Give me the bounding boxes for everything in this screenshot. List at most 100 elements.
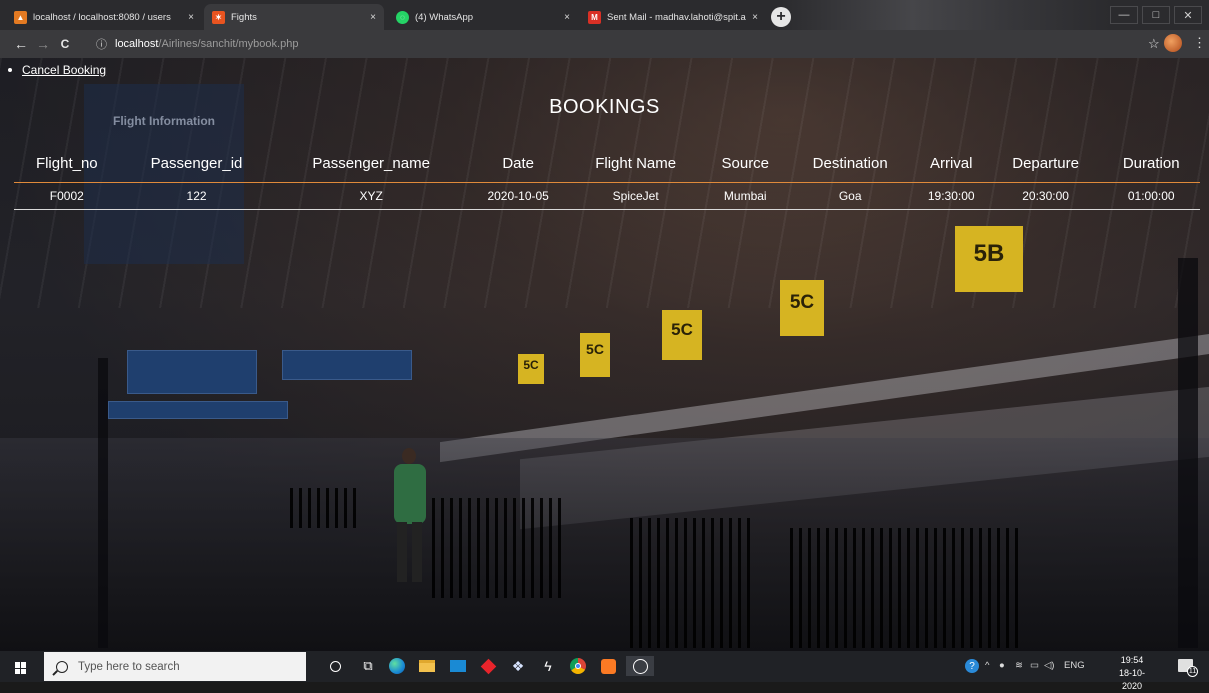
table-cell: 2020-10-05 (468, 182, 568, 210)
battery-icon[interactable]: ▭ (1030, 660, 1039, 671)
task-view-icon[interactable]: ⧉ (358, 656, 378, 676)
column-header: Duration (1102, 146, 1200, 183)
browser-menu-icon[interactable]: ⋮ (1193, 35, 1206, 51)
column-header: Passenger_id (119, 146, 274, 183)
column-header: Source (703, 146, 787, 183)
table-cell: XYZ (273, 182, 469, 210)
column-header: Departure (988, 146, 1103, 183)
table-cell: 122 (119, 182, 274, 210)
help-icon[interactable]: ? (962, 656, 982, 676)
tab-close-icon[interactable]: × (564, 12, 570, 23)
clock-time: 19:54 (1120, 655, 1144, 665)
table-row: F0002 122 XYZ 2020-10-05 SpiceJet Mumbai… (14, 182, 1200, 210)
tab-close-icon[interactable]: × (370, 12, 376, 23)
column-header: Flight_no (14, 146, 120, 183)
table-cell: Mumbai (703, 182, 787, 210)
queue-barrier (432, 498, 562, 598)
taskbar-clock[interactable]: 19:54 18-10-2020 (1113, 654, 1151, 693)
notification-center-icon[interactable]: 11 (1178, 659, 1198, 677)
search-placeholder: Type here to search (78, 660, 180, 673)
tab-close-icon[interactable]: × (188, 12, 194, 23)
gate-sign-5c: 5C (580, 333, 610, 377)
tab-fights[interactable]: ✶ Fights × (204, 4, 384, 30)
tabstrip-theme-art (780, 0, 1110, 30)
table-cell: 19:30:00 (913, 182, 989, 210)
table-cell: F0002 (14, 182, 120, 210)
gate-sign-5c: 5C (518, 354, 544, 384)
queue-barrier (290, 488, 360, 528)
forward-button[interactable]: → (32, 33, 54, 55)
people-icon[interactable]: ● (999, 660, 1005, 671)
table-header-row: Flight_no Passenger_id Passenger_name Da… (14, 146, 1200, 183)
windows-start-icon[interactable] (15, 662, 27, 674)
tab-title: Sent Mail - madhav.lahoti@spit.ac (607, 11, 747, 23)
traveller-figure (388, 448, 432, 588)
taskbar-search-box[interactable]: Type here to search (44, 652, 306, 681)
direction-sign (108, 401, 288, 419)
address-bar[interactable]: ⓘ localhost /Airlines/sanchit/mybook.php (96, 34, 1146, 54)
column-header: Passenger_name (273, 146, 469, 183)
tab-title: Fights (231, 11, 257, 23)
reload-button[interactable]: C (54, 33, 76, 55)
wifi-icon[interactable]: ≋ (1015, 660, 1023, 671)
queue-barrier (790, 528, 1020, 648)
tab-title: (4) WhatsApp (415, 11, 474, 23)
table-cell: 20:30:00 (988, 182, 1103, 210)
table-cell: SpiceJet (567, 182, 704, 210)
table-cell: 01:00:00 (1102, 182, 1200, 210)
notification-count-badge: 11 (1187, 666, 1198, 677)
bookings-table: Flight_no Passenger_id Passenger_name Da… (14, 146, 1200, 210)
new-tab-button[interactable]: + (771, 7, 791, 27)
windows-taskbar: Type here to search ⧉ ❖ ϟ ? ^ ● ≋ ▭ ◁) E… (0, 651, 1209, 691)
direction-sign (127, 350, 257, 394)
column-header: Flight Name (567, 146, 704, 183)
chrome-icon[interactable] (568, 656, 588, 676)
table-cell: Goa (786, 182, 914, 210)
minimize-button[interactable]: — (1110, 6, 1138, 24)
show-hidden-icons-icon[interactable]: ^ (985, 660, 989, 671)
site-info-icon[interactable]: ⓘ (96, 36, 107, 52)
bookings-page: Flight Information 5B 5C 5C 5C 5C Cancel… (0, 58, 1209, 651)
cancel-booking-link[interactable]: Cancel Booking (8, 63, 106, 77)
volume-icon[interactable]: ◁) (1044, 660, 1054, 671)
xampp-favicon-icon: ✶ (212, 10, 225, 24)
url-host: localhost (115, 38, 159, 50)
phpmyadmin-favicon-icon: ▲ (14, 10, 27, 24)
column-header: Arrival (913, 146, 989, 183)
mail-icon[interactable] (448, 656, 468, 676)
gate-sign-5c: 5C (662, 310, 702, 360)
browser-tab-strip: ▲ localhost / localhost:8080 / users × ✶… (0, 0, 1209, 30)
tab-close-icon[interactable]: × (752, 12, 758, 23)
page-title: BOOKINGS (549, 96, 660, 118)
pillar (98, 358, 108, 648)
gate-sign-5c: 5C (780, 280, 824, 336)
bookmark-star-icon[interactable]: ☆ (1148, 36, 1160, 52)
direction-sign (282, 350, 412, 380)
cortana-icon[interactable] (325, 656, 345, 676)
whatsapp-favicon-icon: ◌ (396, 10, 409, 24)
dropbox-icon[interactable]: ❖ (508, 656, 528, 676)
window-close-button[interactable]: ✕ (1174, 6, 1202, 24)
back-button[interactable]: ← (10, 33, 32, 55)
browser-toolbar: ← → C ⓘ localhost /Airlines/sanchit/mybo… (0, 30, 1209, 58)
tab-phpmyadmin[interactable]: ▲ localhost / localhost:8080 / users × (6, 4, 202, 30)
language-indicator[interactable]: ENG (1064, 660, 1085, 671)
app-red-icon[interactable] (478, 656, 498, 676)
column-header: Destination (786, 146, 914, 183)
edge-icon[interactable] (387, 656, 407, 676)
xampp-icon[interactable] (598, 656, 618, 676)
profile-avatar[interactable] (1164, 34, 1182, 52)
tab-whatsapp[interactable]: ◌ (4) WhatsApp × (388, 4, 578, 30)
clock-date: 18-10-2020 (1118, 668, 1145, 691)
whatsapp-icon[interactable] (626, 656, 654, 676)
terminal-floor (0, 438, 1209, 651)
gate-sign-5b: 5B (955, 226, 1023, 292)
file-explorer-icon[interactable] (417, 656, 437, 676)
maximize-button[interactable]: □ (1142, 6, 1170, 24)
tab-gmail[interactable]: M Sent Mail - madhav.lahoti@spit.ac × (580, 4, 766, 30)
queue-barrier (630, 518, 750, 648)
pillar (1178, 258, 1198, 648)
app-bolt-icon[interactable]: ϟ (538, 656, 558, 676)
search-icon (56, 660, 68, 673)
cancel-booking-label: Cancel Booking (22, 63, 107, 77)
